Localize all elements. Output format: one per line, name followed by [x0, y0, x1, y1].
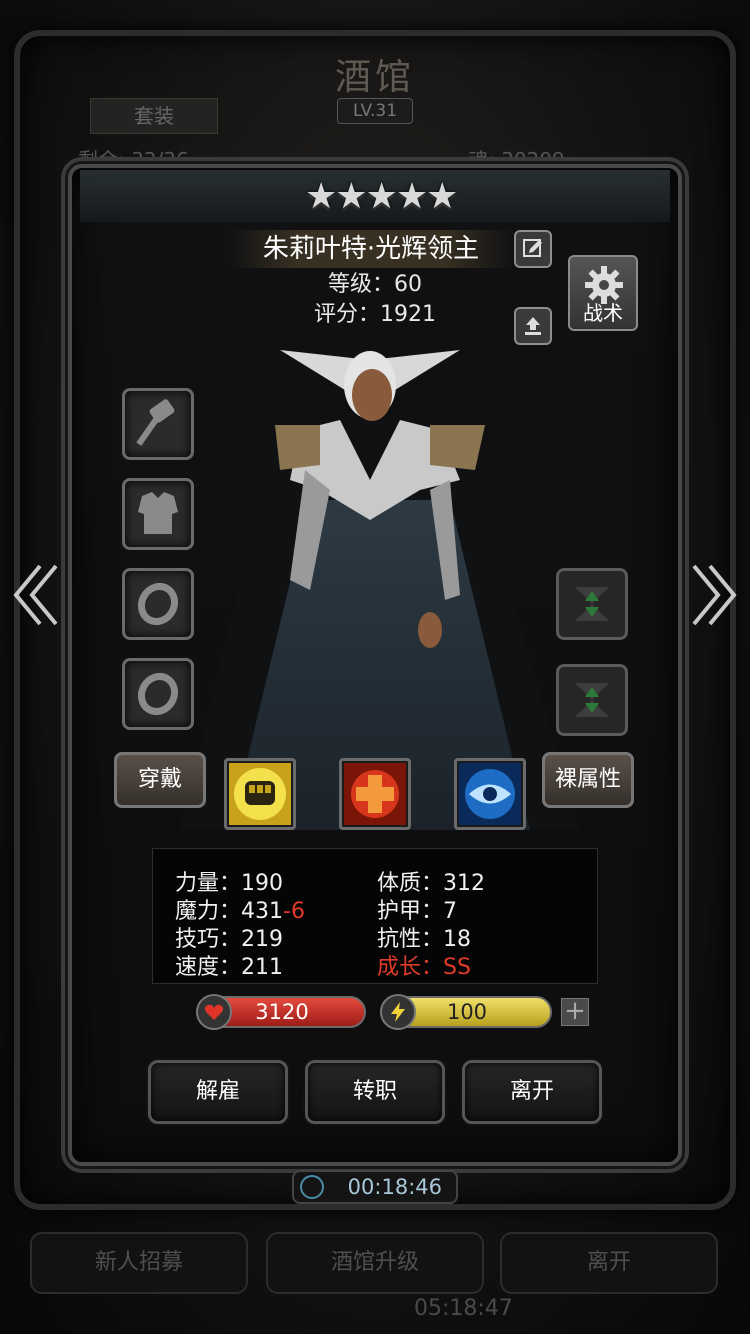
hp-value: 3120 — [255, 1000, 309, 1024]
timer: 00:18:46 — [292, 1170, 458, 1204]
equip-slot-ring-2[interactable] — [122, 658, 194, 730]
previous-hero-arrow[interactable] — [10, 560, 62, 641]
equip-slot-weapon[interactable] — [122, 388, 194, 460]
leave-button[interactable]: 离开 — [462, 1060, 602, 1124]
hp-bar: 3120 — [196, 994, 366, 1030]
tavern-level: LV.31 — [337, 98, 413, 124]
equip-slot-armor[interactable] — [122, 478, 194, 550]
hammer-icon — [136, 399, 175, 446]
transfer-class-button[interactable]: 转职 — [305, 1060, 445, 1124]
skill-slot-1[interactable] — [224, 758, 296, 830]
timer-value: 00:18:46 — [347, 1175, 442, 1199]
upgrade-arrows-icon — [575, 587, 609, 621]
tavern-leave-button: 离开 — [500, 1232, 718, 1294]
upgrade-arrows-icon — [575, 683, 609, 717]
dismiss-button[interactable]: 解雇 — [148, 1060, 288, 1124]
next-hero-arrow[interactable] — [688, 560, 740, 641]
stat-magic-delta: -6 — [283, 899, 305, 924]
double-chevron-left-icon — [13, 564, 58, 626]
skill-slot-3[interactable] — [454, 758, 526, 830]
stat-speed: 速度：211 — [175, 955, 283, 980]
rename-button[interactable] — [514, 230, 552, 268]
ring-icon — [137, 672, 179, 716]
tactics-button[interactable]: 战术 — [568, 255, 638, 331]
hero-star-rating: ★★★★★ — [305, 176, 458, 217]
upgrade-slot-1[interactable] — [556, 568, 628, 640]
heal-cross-icon — [344, 763, 406, 825]
double-chevron-right-icon — [692, 564, 737, 626]
tavern-timer: 05:18:47 — [414, 1296, 513, 1321]
clock-icon — [300, 1175, 324, 1199]
stat-growth: 成长：SS — [377, 955, 471, 980]
wear-button[interactable]: 穿戴 — [114, 752, 206, 808]
upgrade-slot-2[interactable] — [556, 664, 628, 736]
add-energy-button[interactable]: + — [561, 998, 589, 1026]
bare-attributes-button[interactable]: 裸属性 — [542, 752, 634, 808]
stats-panel: 力量：190 魔力：431-6 技巧：219 速度：211 体质：312 护甲：… — [152, 848, 598, 984]
tavern-upgrade-button: 酒馆升级 — [266, 1232, 484, 1294]
skill-slot-2[interactable] — [339, 758, 411, 830]
eye-icon — [459, 763, 521, 825]
armor-icon — [138, 492, 178, 534]
equip-slot-ring-1[interactable] — [122, 568, 194, 640]
energy-bar: 100 — [380, 994, 552, 1030]
ring-icon — [137, 582, 179, 626]
fist-icon — [229, 763, 291, 825]
suit-tab: 套装 — [90, 98, 218, 134]
energy-value: 100 — [446, 1000, 488, 1024]
recruit-button: 新人招募 — [30, 1232, 248, 1294]
tactics-label: 战术 — [583, 301, 623, 325]
hero-name: 朱莉叶特·光辉领主 — [228, 230, 514, 268]
pencil-icon — [523, 239, 542, 257]
tavern-title: 酒馆 — [334, 57, 415, 98]
